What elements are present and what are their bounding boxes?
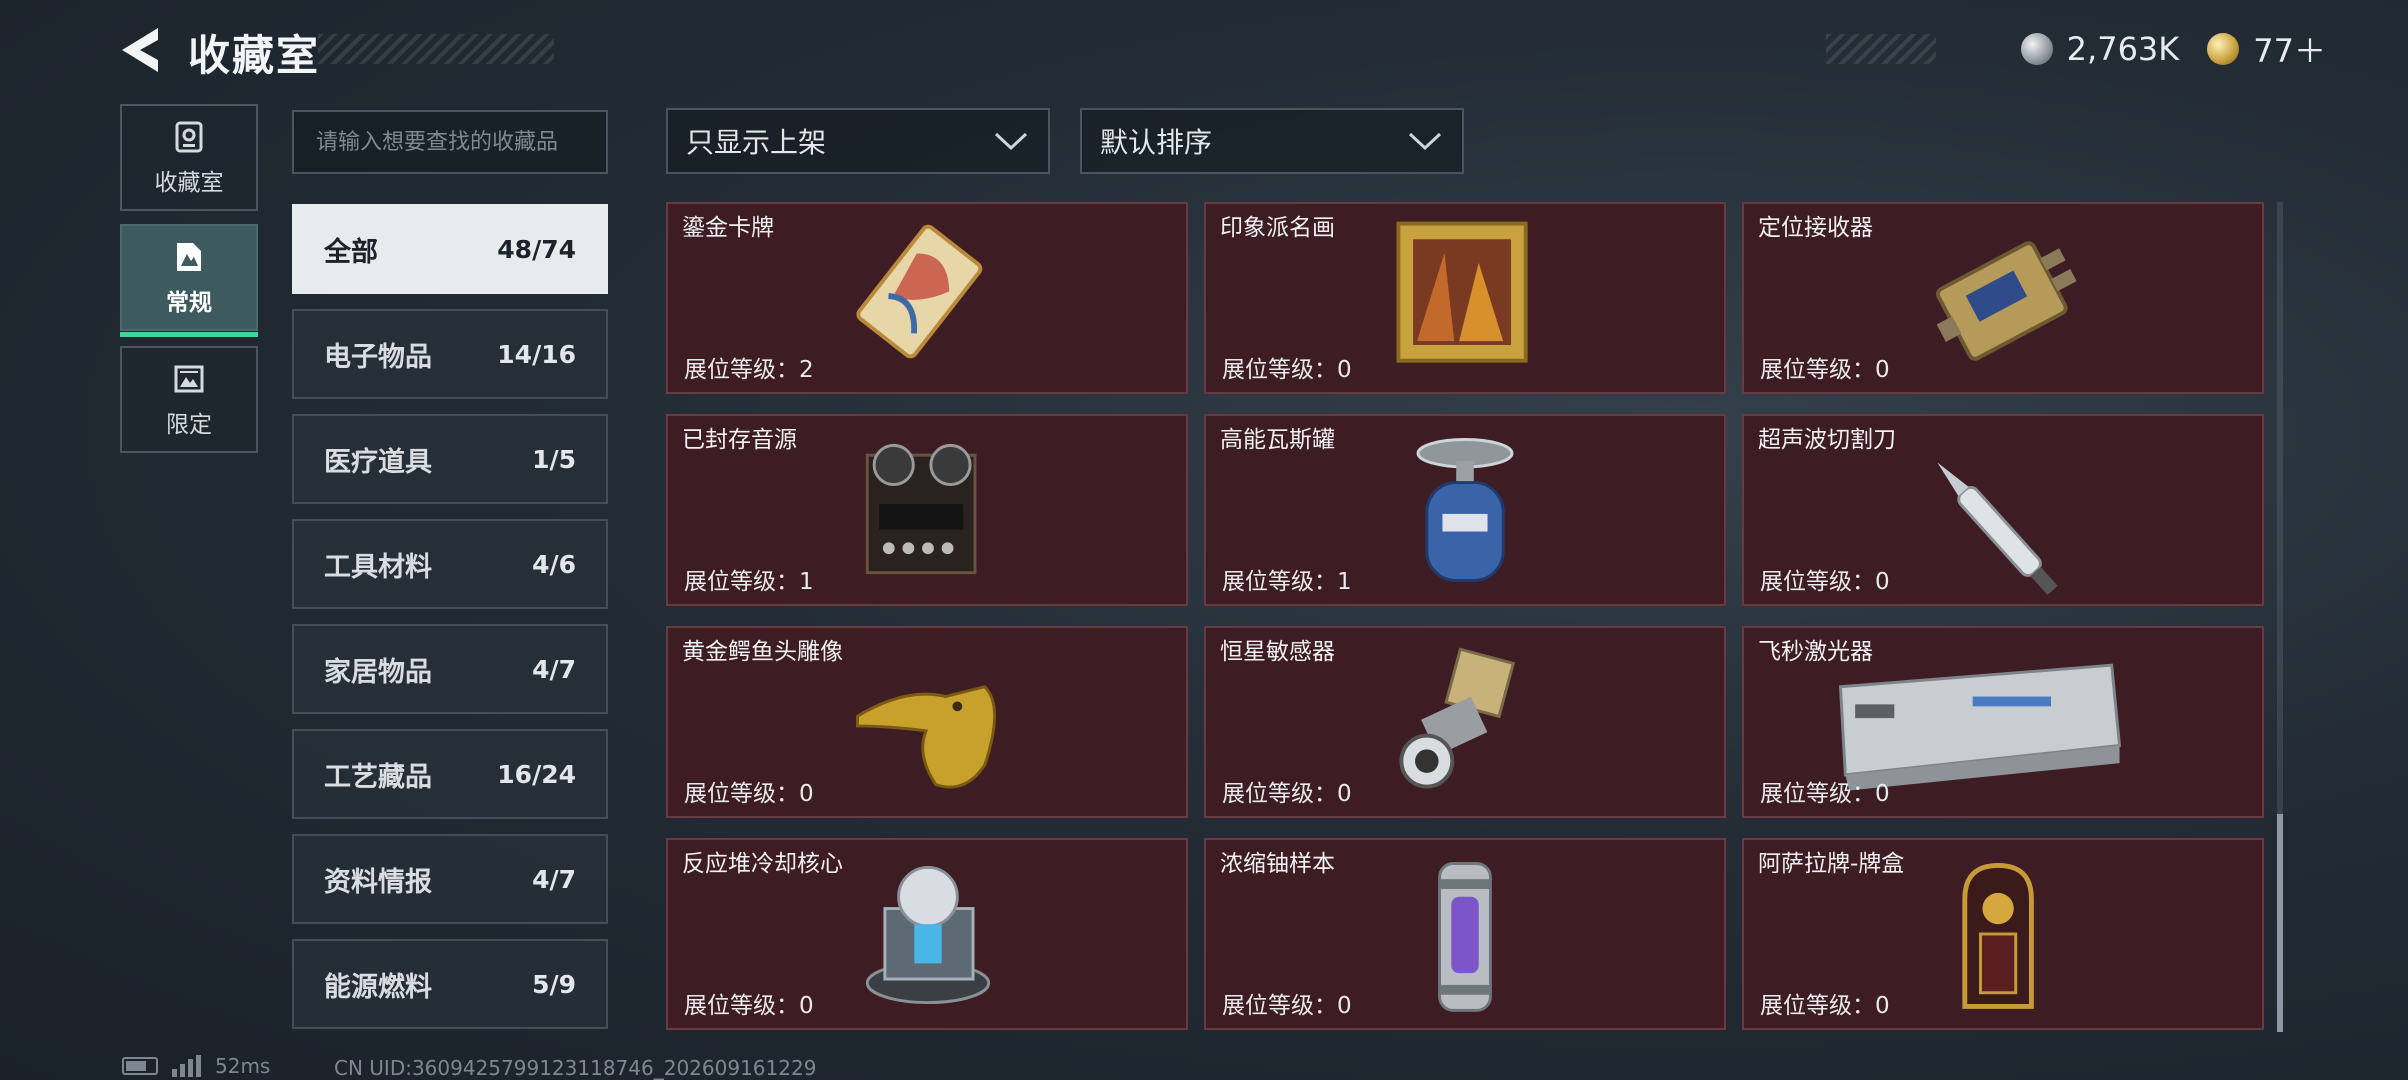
item-booth-level: 展位等级：0 — [1222, 781, 1352, 807]
item-name: 恒星敏感器 — [1220, 639, 1335, 665]
category-energy[interactable]: 能源燃料 5/9 — [292, 939, 608, 1029]
grid-scrollbar[interactable] — [2277, 202, 2283, 1032]
category-count: 14/16 — [497, 339, 576, 369]
collection-item-card[interactable]: 印象派名画 展位等级：0 — [1204, 202, 1726, 394]
collection-item-card[interactable]: 恒星敏感器 展位等级：0 — [1204, 626, 1726, 818]
signal-icon — [172, 1055, 201, 1077]
collection-item-card[interactable]: 定位接收器 展位等级：0 — [1742, 202, 2264, 394]
chevron-down-icon — [1408, 132, 1442, 151]
category-name: 工艺藏品 — [324, 761, 432, 793]
item-name: 浓缩铀样本 — [1220, 851, 1335, 877]
item-name: 高能瓦斯罐 — [1220, 427, 1335, 453]
category-name: 家居物品 — [324, 656, 432, 688]
collection-item-card[interactable]: 阿萨拉牌-牌盒 展位等级：0 — [1742, 838, 2264, 1030]
nav-limited[interactable]: 限定 — [120, 346, 258, 453]
item-name: 超声波切割刀 — [1758, 427, 1896, 453]
item-name: 黄金鳄鱼头雕像 — [682, 639, 843, 665]
back-arrow-icon — [122, 28, 158, 72]
silver-currency-value: 2,763K — [2066, 30, 2180, 68]
item-name: 定位接收器 — [1758, 215, 1873, 241]
vault-icon — [175, 121, 203, 152]
battery-icon — [122, 1057, 158, 1075]
nav-regular-label: 常规 — [166, 289, 212, 316]
category-count: 1/5 — [532, 444, 576, 474]
item-booth-level: 展位等级：0 — [1222, 357, 1352, 383]
category-name: 电子物品 — [324, 341, 432, 373]
item-booth-level: 展位等级：0 — [684, 993, 814, 1019]
category-name: 医疗道具 — [324, 446, 432, 478]
item-booth-level: 展位等级：0 — [1760, 569, 1890, 595]
shelf-filter-label: 只显示上架 — [686, 126, 827, 159]
item-name: 鎏金卡牌 — [682, 215, 774, 241]
category-name: 能源燃料 — [324, 971, 432, 1003]
category-count: 4/6 — [532, 549, 576, 579]
item-booth-level: 展位等级：1 — [684, 569, 814, 595]
gold-currency-value[interactable]: 77＋ — [2253, 26, 2326, 72]
item-name: 飞秒激光器 — [1758, 639, 1873, 665]
item-name: 反应堆冷却核心 — [682, 851, 843, 877]
collection-item-card[interactable]: 高能瓦斯罐 展位等级：1 — [1204, 414, 1726, 606]
user-uid: CN UID:3609425799123118746_202609161229 — [334, 1056, 817, 1080]
currency-decoration — [1826, 34, 1936, 64]
item-name: 印象派名画 — [1220, 215, 1335, 241]
collection-item-card[interactable]: 反应堆冷却核心 展位等级：0 — [666, 838, 1188, 1030]
collection-item-card[interactable]: 浓缩铀样本 展位等级：0 — [1204, 838, 1726, 1030]
category-count: 48/74 — [497, 234, 576, 264]
gold-coin-icon — [2207, 33, 2240, 65]
collection-item-card[interactable]: 飞秒激光器 展位等级：0 — [1742, 626, 2264, 818]
page-title: 收藏室 — [188, 31, 321, 80]
scrollbar-thumb[interactable] — [2277, 814, 2283, 1032]
item-booth-level: 展位等级：0 — [1760, 993, 1890, 1019]
item-name: 已封存音源 — [682, 427, 797, 453]
item-booth-level: 展位等级：0 — [1760, 781, 1890, 807]
item-booth-level: 展位等级：0 — [1760, 357, 1890, 383]
category-household[interactable]: 家居物品 4/7 — [292, 624, 608, 714]
category-count: 16/24 — [497, 759, 576, 789]
collection-item-card[interactable]: 超声波切割刀 展位等级：0 — [1742, 414, 2264, 606]
title-decoration — [318, 34, 554, 64]
category-crafts[interactable]: 工艺藏品 16/24 — [292, 729, 608, 819]
category-all[interactable]: 全部 48/74 — [292, 204, 608, 294]
collection-item-card[interactable]: 黄金鳄鱼头雕像 展位等级：0 — [666, 626, 1188, 818]
category-intel[interactable]: 资料情报 4/7 — [292, 834, 608, 924]
nav-vault[interactable]: 收藏室 — [120, 104, 258, 211]
item-booth-level: 展位等级：0 — [1222, 993, 1352, 1019]
search-input[interactable] — [292, 110, 608, 174]
category-count: 5/9 — [532, 969, 576, 999]
category-medical[interactable]: 医疗道具 1/5 — [292, 414, 608, 504]
shelf-filter-dropdown[interactable]: 只显示上架 — [666, 108, 1050, 174]
sort-dropdown[interactable]: 默认排序 — [1080, 108, 1464, 174]
category-electronics[interactable]: 电子物品 14/16 — [292, 309, 608, 399]
regular-collection-icon — [177, 242, 201, 271]
collection-item-card[interactable]: 已封存音源 展位等级：1 — [666, 414, 1188, 606]
item-booth-level: 展位等级：1 — [1222, 569, 1352, 595]
limited-collection-icon — [174, 365, 204, 392]
item-booth-level: 展位等级：0 — [684, 781, 814, 807]
category-name: 资料情报 — [324, 866, 432, 898]
status-bar: 52ms — [122, 1054, 270, 1078]
back-button[interactable] — [118, 28, 166, 72]
category-name: 工具材料 — [324, 551, 432, 583]
ping-value: 52ms — [215, 1054, 271, 1078]
item-booth-level: 展位等级：2 — [684, 357, 814, 383]
nav-vault-label: 收藏室 — [154, 169, 224, 196]
category-tools[interactable]: 工具材料 4/6 — [292, 519, 608, 609]
category-count: 4/7 — [532, 654, 576, 684]
nav-limited-label: 限定 — [166, 411, 212, 438]
sort-label: 默认排序 — [1100, 126, 1213, 159]
chevron-down-icon — [994, 132, 1028, 151]
item-name: 阿萨拉牌-牌盒 — [1758, 851, 1905, 877]
silver-coin-icon — [2020, 33, 2053, 65]
collection-grid: 鎏金卡牌 展位等级：2 印象派名画 展位等级：0 定位接收器 展位等级：0 已封… — [666, 202, 2264, 1032]
category-name: 全部 — [324, 236, 378, 268]
currency-bar: 2,763K 77＋ — [1826, 26, 2326, 72]
category-count: 4/7 — [532, 864, 576, 894]
collection-item-card[interactable]: 鎏金卡牌 展位等级：2 — [666, 202, 1188, 394]
nav-regular[interactable]: 常规 — [120, 224, 258, 337]
